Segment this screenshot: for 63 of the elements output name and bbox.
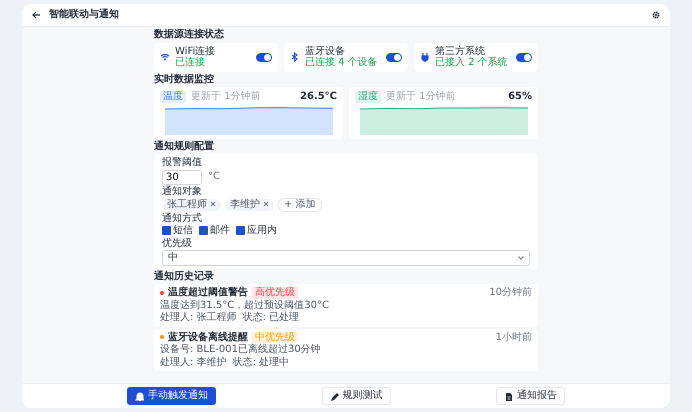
checkbox[interactable]: [199, 226, 208, 236]
pencil-icon: [330, 392, 338, 400]
document-icon: [504, 392, 513, 400]
toggle-switch[interactable]: [386, 52, 402, 62]
source-name: 第三方系统: [435, 46, 486, 56]
checkbox-label: 邮件: [210, 225, 230, 236]
field-label: 报警阈值: [162, 157, 203, 168]
section-title: 数据源连接状态: [154, 29, 225, 40]
priority-tag: 中优先级: [252, 332, 298, 343]
section-title: 通知历史记录: [154, 270, 215, 282]
unit-label: °C: [208, 171, 220, 183]
field-label: 优先级: [162, 238, 193, 249]
threshold-input[interactable]: 30: [162, 170, 202, 184]
source-name: WiFi连接: [175, 46, 216, 56]
metric-value: 65%: [508, 91, 532, 102]
notification-detail: 温度达到31.5°C，超过预设阈值30°C: [160, 300, 330, 311]
wifi-icon: [160, 52, 170, 62]
source-status: 已连接 4 个设备: [305, 57, 379, 68]
remove-icon[interactable]: [210, 201, 216, 207]
status-text: 状态: 处理中: [232, 356, 290, 368]
metric-value: 26.5°C: [300, 91, 337, 102]
section-title: 通知规则配置: [154, 140, 215, 152]
notification-time: 10分钟前: [489, 287, 532, 298]
recipient-name: 张工程师: [167, 199, 207, 210]
toggle-switch[interactable]: [516, 52, 532, 62]
bluetooth-icon: [290, 52, 300, 62]
chevron-down-icon: [518, 256, 524, 260]
source-status: 已连接: [175, 57, 206, 68]
metric-tag: 温度: [160, 91, 186, 102]
toggle-switch[interactable]: [256, 52, 272, 62]
field-label: 通知对象: [162, 186, 203, 197]
checkbox-label: 短信: [173, 225, 193, 236]
plug-icon: [420, 52, 430, 62]
remove-icon[interactable]: [263, 201, 269, 207]
select-value: 中: [168, 252, 178, 264]
notification-time: 1小时前: [496, 332, 532, 343]
section-title: 实时数据监控: [154, 74, 215, 85]
update-time: 更新于 1分钟前: [386, 91, 457, 102]
action-button[interactable]: 规则测试: [322, 387, 390, 405]
metric-tag: 湿度: [355, 91, 381, 102]
priority-tag: 高优先级: [252, 287, 298, 298]
handler-text: 处理人: 李维护: [160, 356, 227, 368]
source-status: 已接入 2 个系统: [435, 57, 509, 68]
action-button[interactable]: 通知报告: [496, 387, 565, 405]
checkbox[interactable]: [236, 226, 245, 236]
notification-title: 蓝牙设备离线提醒: [168, 332, 248, 343]
handler-text: 处理人: 张工程师: [160, 312, 237, 324]
notification-detail: 设备号: BLE-001已离线超过30分钟: [160, 344, 322, 356]
source-name: 蓝牙设备: [305, 46, 346, 56]
update-time: 更新于 1分钟前: [191, 91, 262, 102]
bell-icon: [135, 392, 144, 400]
checkbox-label: 应用内: [247, 225, 277, 236]
recipient-name: 李维护: [230, 199, 260, 210]
add-button[interactable]: + 添加: [278, 198, 322, 212]
settings-icon[interactable]: [652, 11, 660, 19]
action-button[interactable]: 手动触发通知: [127, 387, 216, 405]
priority-select[interactable]: 中: [162, 250, 530, 266]
back-arrow-icon[interactable]: [32, 11, 41, 19]
status-text: 状态: 已处理: [242, 312, 300, 324]
notification-title: 温度超过阈值警告: [168, 287, 248, 298]
checkbox[interactable]: [162, 226, 171, 236]
field-label: 通知方式: [162, 212, 203, 224]
window-title: 智能联动与通知: [49, 9, 120, 21]
